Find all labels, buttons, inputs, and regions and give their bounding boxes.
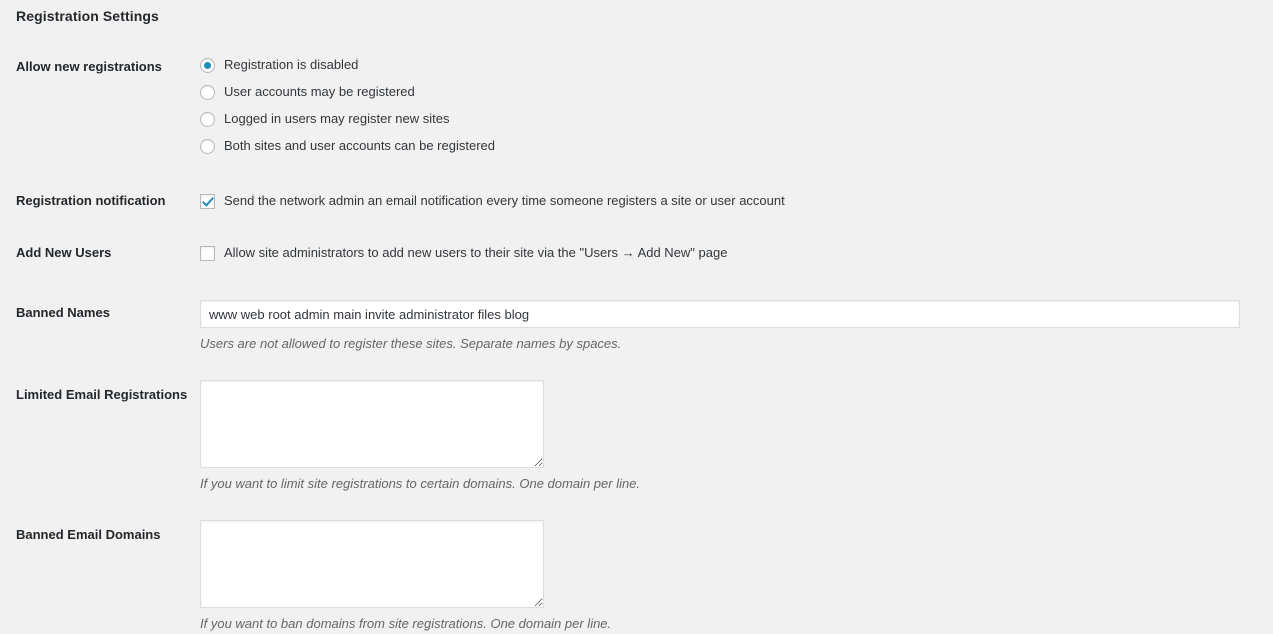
- radio-option-user-accounts[interactable]: User accounts may be registered: [200, 79, 1273, 105]
- row-add-new-users: Add New Users Allow site administrators …: [0, 210, 1273, 262]
- label-registration-notification: Registration notification: [16, 193, 166, 208]
- row-banned-names: Banned Names Users are not allowed to re…: [0, 262, 1273, 353]
- checkbox-label-registration-notification: Send the network admin an email notifica…: [224, 192, 785, 208]
- field-banned-email-domains: If you want to ban domains from site reg…: [200, 520, 1273, 633]
- description-banned-email-domains: If you want to ban domains from site reg…: [200, 616, 612, 632]
- radio-option-registration-disabled[interactable]: Registration is disabled: [200, 52, 1273, 78]
- radio-icon-registration-disabled[interactable]: [200, 57, 215, 73]
- limited-email-registrations-textarea[interactable]: [200, 380, 544, 469]
- checkbox-option-add-new-users[interactable]: Allow site administrators to add new use…: [200, 244, 1273, 262]
- field-limited-email-registrations: If you want to limit site registrations …: [200, 380, 1273, 493]
- banned-names-input[interactable]: [200, 300, 1240, 328]
- description-limited-email-registrations: If you want to limit site registrations …: [200, 476, 641, 492]
- checkbox-label-add-new-users: Allow site administrators to add new use…: [224, 244, 728, 260]
- row-allow-new-registrations: Allow new registrations Registration is …: [0, 46, 1273, 160]
- page-title: Registration Settings: [16, 8, 159, 24]
- radio-icon-user-accounts[interactable]: [200, 84, 215, 100]
- row-banned-email-domains: Banned Email Domains If you want to ban …: [0, 493, 1273, 633]
- checkbox-icon-add-new-users[interactable]: [200, 245, 215, 261]
- description-banned-names: Users are not allowed to register these …: [200, 336, 622, 351]
- field-add-new-users: Allow site administrators to add new use…: [200, 244, 1273, 262]
- label-banned-names: Banned Names: [16, 305, 110, 320]
- radio-option-both-sites-and-users[interactable]: Both sites and user accounts can be regi…: [200, 133, 1273, 159]
- registration-settings-form: Allow new registrations Registration is …: [0, 46, 1273, 634]
- radio-label-logged-in-users: Logged in users may register new sites: [224, 110, 450, 126]
- row-limited-email-registrations: Limited Email Registrations If you want …: [0, 353, 1273, 493]
- radio-label-registration-disabled: Registration is disabled: [224, 56, 359, 72]
- label-add-new-users: Add New Users: [16, 245, 112, 260]
- label-banned-email-domains: Banned Email Domains: [16, 527, 161, 543]
- radio-icon-logged-in-users[interactable]: [200, 111, 215, 127]
- field-allow-new-registrations: Registration is disabled User accounts m…: [200, 52, 1273, 160]
- field-banned-names: Users are not allowed to register these …: [200, 300, 1273, 353]
- row-registration-notification: Registration notification Send the netwo…: [0, 160, 1273, 210]
- radio-label-user-accounts: User accounts may be registered: [224, 83, 415, 99]
- radio-label-both-sites-and-users: Both sites and user accounts can be regi…: [224, 137, 495, 153]
- radio-option-logged-in-users[interactable]: Logged in users may register new sites: [200, 106, 1273, 132]
- checkbox-icon-registration-notification[interactable]: [200, 193, 215, 209]
- radio-icon-both-sites-and-users[interactable]: [200, 138, 215, 154]
- banned-email-domains-textarea[interactable]: [200, 520, 544, 609]
- checkbox-option-registration-notification[interactable]: Send the network admin an email notifica…: [200, 192, 1273, 210]
- label-limited-email-registrations: Limited Email Registrations: [16, 387, 188, 403]
- field-registration-notification: Send the network admin an email notifica…: [200, 192, 1273, 210]
- label-allow-new-registrations: Allow new registrations: [16, 59, 162, 74]
